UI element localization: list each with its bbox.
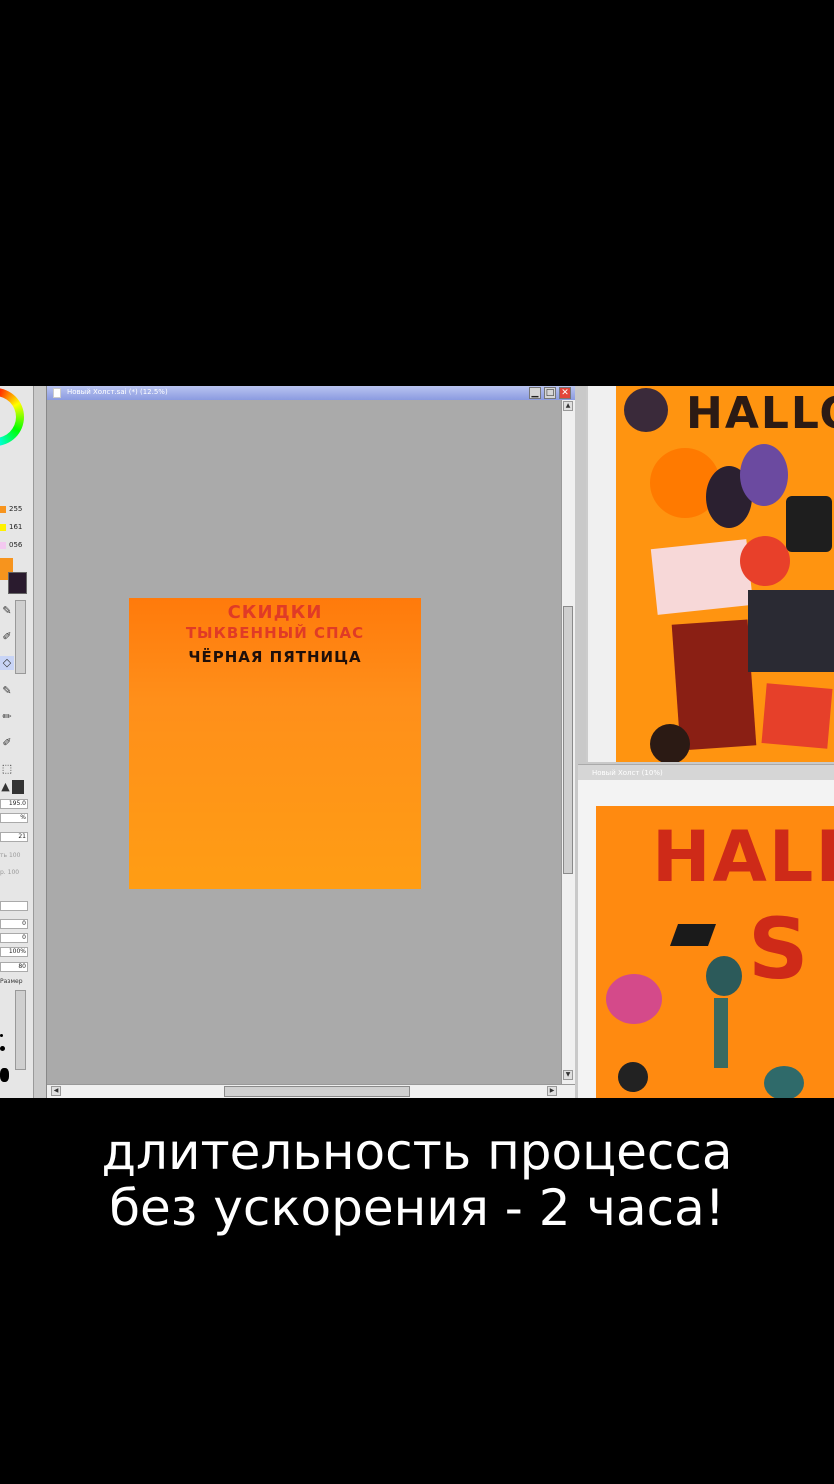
poster-card-dark (748, 590, 834, 672)
vertical-scrollbar[interactable]: ▲ ▼ (561, 400, 575, 1084)
character-keychain-3 (706, 956, 742, 996)
poster-card-orange (761, 683, 833, 749)
brush-dot-large[interactable] (0, 1068, 9, 1082)
phone-keychains (786, 496, 832, 552)
reference-2-headline: HALL (652, 816, 834, 898)
minimize-button[interactable]: ▁ (529, 387, 541, 399)
density-label: ть 100 (0, 852, 21, 859)
param-field-b[interactable]: 0 (0, 933, 28, 943)
maximize-button[interactable]: □ (544, 387, 556, 399)
badge-round (740, 536, 790, 586)
size-unit-field[interactable]: % (0, 813, 28, 823)
brush-shape-square-icon[interactable] (12, 780, 24, 794)
scroll-up-arrow-icon[interactable]: ▲ (563, 401, 573, 411)
caption-line-2: без ускорения - 2 часа! (109, 1179, 725, 1237)
ornament-2 (764, 1066, 804, 1098)
artwork-text-line3: ЧЁРНАЯ ПЯТНИЦА (188, 648, 362, 666)
tool-panel: 255 161 056 ✎ ✐ ◇ ✎ ✏ ✐ ⬚ ▲ 195.0 % 21 т… (0, 386, 34, 1098)
bat-icon (669, 924, 717, 946)
ornament-1 (618, 1062, 648, 1092)
brush-size-field[interactable]: 195.0 (0, 799, 28, 809)
brush-shape-round-icon[interactable]: ▲ (0, 780, 11, 794)
horizontal-scroll-thumb[interactable] (224, 1086, 410, 1097)
blue-value: 056 (9, 541, 23, 549)
caption-line-1: длительность процесса (101, 1123, 733, 1181)
brush-dot-medium[interactable] (0, 1046, 5, 1051)
red-swatch (0, 506, 6, 513)
size-label: Размер (0, 978, 23, 985)
video-caption: длительность процесса без ускорения - 2 … (0, 1124, 834, 1236)
sticker-card-pink (650, 539, 754, 615)
reference-artwork-1: HALLO (616, 386, 834, 762)
blue-swatch (0, 542, 6, 549)
monster-keychain (606, 974, 662, 1024)
background-color-swatch[interactable] (8, 572, 27, 594)
vertical-scroll-thumb[interactable] (563, 606, 573, 874)
artwork-text-line2: ТЫКВЕННЫЙ СПАС (185, 624, 365, 642)
eraser-tool-icon[interactable]: ◇ (0, 656, 14, 670)
brush-tool-icon[interactable]: ✐ (0, 630, 14, 644)
blending-select[interactable] (0, 901, 28, 911)
reference-window-2-titlebar[interactable]: Новый Холст (10%) (578, 764, 834, 781)
reference-1-headline: HALLO (686, 388, 834, 439)
canvas-title: Новый Холст.sai (*) (12.5%) (67, 388, 168, 396)
character-body (714, 998, 728, 1068)
horizontal-scrollbar[interactable]: ◀ ▶ (47, 1084, 575, 1098)
opacity-label: р. 100 (0, 869, 20, 876)
paint-tool-sai-workspace: 255 161 056 ✎ ✐ ◇ ✎ ✏ ✐ ⬚ ▲ 195.0 % 21 т… (0, 386, 834, 1098)
select-tool-icon[interactable]: ⬚ (0, 762, 14, 776)
scroll-right-arrow-icon[interactable]: ▶ (547, 1086, 557, 1096)
green-channel-row[interactable]: 161 (0, 522, 33, 534)
reference-window-2[interactable]: HALL S (578, 780, 834, 1098)
character-keychain-2 (740, 444, 788, 506)
percent-field[interactable]: 100% (0, 947, 28, 957)
marker-tool-icon[interactable]: ✎ (0, 684, 14, 698)
canvas-titlebar[interactable]: Новый Холст.sai (*) (12.5%) ▁ □ ✕ (47, 386, 575, 400)
document-icon (53, 388, 61, 398)
green-swatch (0, 524, 6, 531)
pumpkin-icon (650, 724, 690, 762)
artboard[interactable]: СКИДКИ ТЫКВЕННЫЙ СПАС ЧЁРНАЯ ПЯТНИЦА (129, 598, 421, 889)
blue-channel-row[interactable]: 056 (0, 540, 33, 552)
red-value: 255 (9, 505, 23, 513)
param-field-80[interactable]: 80 (0, 962, 28, 972)
brush-dot-small[interactable] (0, 1034, 3, 1037)
param-field-a[interactable]: 0 (0, 919, 28, 929)
green-value: 161 (9, 523, 23, 531)
scroll-down-arrow-icon[interactable]: ▼ (563, 1070, 573, 1080)
reference-window-2-title: Новый Холст (10%) (592, 769, 663, 777)
min-size-field[interactable]: 21 (0, 832, 28, 842)
close-button[interactable]: ✕ (559, 387, 571, 399)
pen-tool-icon[interactable]: ✎ (0, 604, 14, 618)
water-tool-icon[interactable]: ✐ (0, 736, 14, 750)
color-wheel[interactable] (0, 388, 24, 446)
scroll-left-arrow-icon[interactable]: ◀ (51, 1086, 61, 1096)
canvas-window: Новый Холст.sai (*) (12.5%) ▁ □ ✕ СКИДКИ… (46, 386, 575, 1098)
pencil-tool-icon[interactable]: ✏ (0, 710, 14, 724)
brush-size-scrollbar[interactable] (15, 990, 26, 1070)
spider-icon (624, 388, 668, 432)
artwork-text-line1: СКИДКИ (227, 602, 323, 623)
tool-list-scrollbar[interactable] (15, 600, 26, 674)
reference-artwork-2: HALL S (596, 806, 834, 1098)
red-channel-row[interactable]: 255 (0, 504, 33, 516)
reference-2-subheadline: S (748, 900, 809, 998)
reference-window-1[interactable]: HALLO (586, 386, 834, 762)
